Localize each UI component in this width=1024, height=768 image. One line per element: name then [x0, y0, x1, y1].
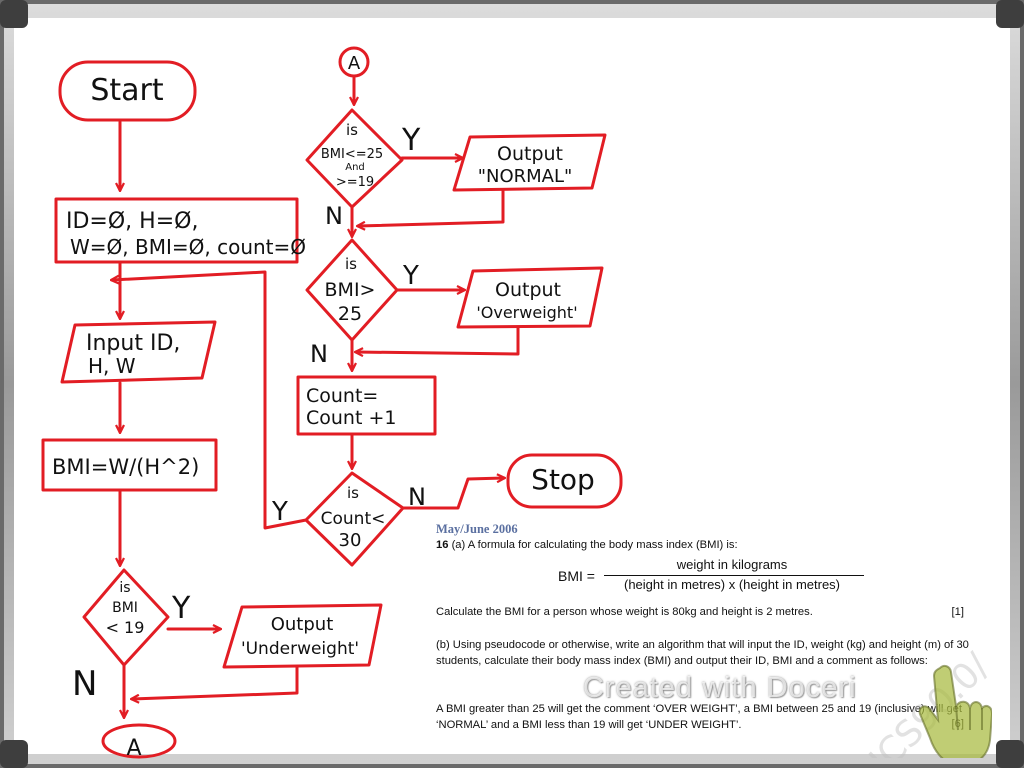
- init-label-line1: ID=Ø, H=Ø,: [66, 209, 198, 234]
- dec-count-line3: 30: [339, 530, 362, 551]
- stop-label: Stop: [531, 463, 595, 496]
- input-label-line2: H, W: [88, 354, 136, 378]
- dec-count-line1: is: [347, 484, 359, 502]
- start-label: Start: [90, 73, 164, 108]
- calc-task: Calculate the BMI for a person whose wei…: [436, 606, 813, 618]
- formula-lhs: BMI =: [558, 568, 595, 584]
- question-source: May/June 2006: [436, 522, 518, 536]
- dec-count-line2: Count<: [321, 509, 386, 529]
- formula-numerator: weight in kilograms: [676, 557, 788, 572]
- no-label-count: N: [408, 483, 426, 511]
- comment-rules: A BMI greater than 25 will get the comme…: [436, 703, 963, 731]
- count-line1: Count=: [306, 385, 378, 407]
- mark-b: [6]: [951, 718, 964, 730]
- yes-label-normal: Y: [401, 123, 421, 158]
- out-under-line1: Output: [271, 614, 334, 635]
- count-line2: Count +1: [306, 407, 396, 429]
- bmi-formula: BMI = weight in kilograms (height in met…: [558, 557, 878, 598]
- dec-over-line3: 25: [338, 303, 362, 325]
- dec-under-line2: BMI: [112, 600, 138, 616]
- out-over-line2: 'Overweight': [476, 303, 577, 322]
- out-under-line2: 'Underweight': [241, 639, 359, 659]
- exam-question-panel: May/June 2006 16 (a) A formula for calcu…: [430, 521, 986, 736]
- no-label-normal: N: [325, 202, 343, 230]
- part-a-intro-line: 16 (a) A formula for calculating the bod…: [436, 539, 738, 551]
- fraction-bar: [604, 575, 864, 576]
- dec-over-line1: is: [345, 255, 357, 273]
- formula-denominator: (height in metres) x (height in metres): [623, 577, 841, 592]
- mark-a: [1]: [951, 606, 964, 618]
- calc-label: BMI=W/(H^2): [52, 455, 199, 479]
- connector-a-top-label: A: [348, 53, 361, 74]
- yes-label-over: Y: [402, 261, 419, 291]
- dec-over-line2: BMI>: [325, 279, 376, 301]
- out-normal-line2: "NORMAL": [478, 166, 573, 187]
- connector-a-bottom-label: A: [126, 736, 141, 761]
- no-label-over: N: [310, 340, 328, 368]
- question-number: 16: [436, 539, 449, 551]
- out-over-line1: Output: [495, 279, 561, 301]
- dec-normal-line4: >=19: [336, 175, 374, 190]
- dec-normal-line3: And: [345, 162, 365, 173]
- dec-under-line1: is: [119, 580, 130, 596]
- part-b-text: (b) Using pseudocode or otherwise, write…: [436, 639, 969, 667]
- out-normal-line1: Output: [497, 143, 563, 165]
- part-a-intro: (a) A formula for calculating the body m…: [451, 539, 738, 551]
- yes-label-count: Y: [271, 497, 288, 527]
- input-label-line1: Input ID,: [86, 331, 180, 356]
- init-label-line2: W=Ø, BMI=Ø, count=Ø: [70, 235, 306, 259]
- no-label-under: N: [72, 664, 97, 704]
- yes-label-under: Y: [171, 591, 191, 626]
- dec-under-line3: < 19: [106, 618, 145, 637]
- dec-normal-line2: BMI<=25: [321, 147, 383, 162]
- dec-normal-line1: is: [346, 121, 358, 139]
